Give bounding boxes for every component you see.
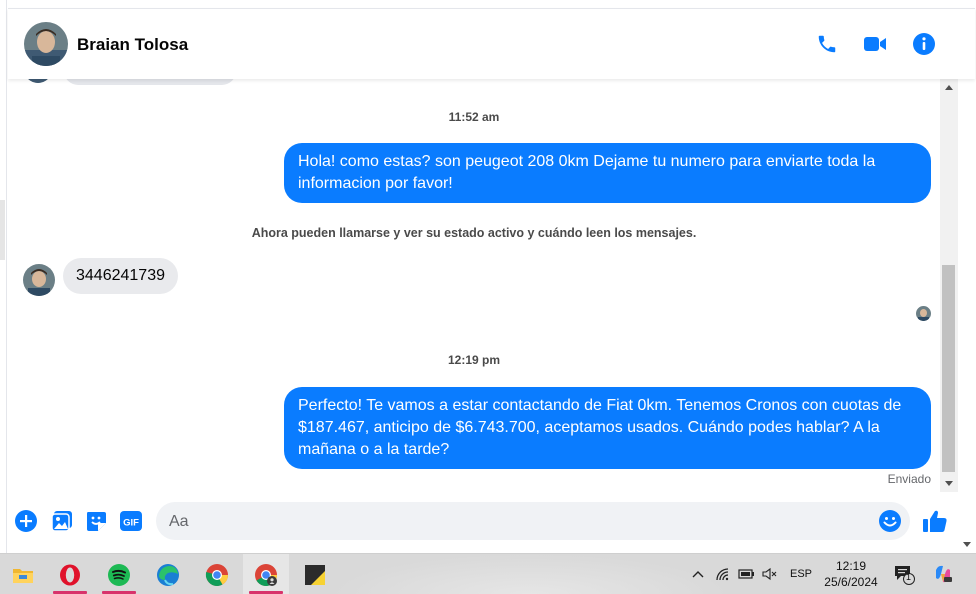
conversation-header: Braian Tolosa (8, 8, 975, 79)
wifi-icon[interactable] (714, 564, 732, 584)
contact-name[interactable]: Braian Tolosa (77, 35, 188, 55)
spotify-icon[interactable] (96, 554, 142, 594)
message-list: 11:52 am Hola! como estas? son peugeot 2… (8, 79, 940, 492)
taskbar-background (330, 554, 730, 594)
copilot-icon[interactable] (932, 564, 954, 584)
volume-muted-icon[interactable] (761, 564, 779, 584)
emoji-icon[interactable] (878, 509, 902, 533)
message-input[interactable]: Aa (156, 502, 910, 540)
chat-scrollbar[interactable] (940, 79, 958, 492)
scroll-up-icon[interactable] (945, 85, 953, 90)
sticky-notes-icon[interactable] (292, 554, 338, 594)
contact-avatar[interactable] (24, 22, 68, 66)
battery-icon[interactable] (738, 564, 756, 584)
previous-message-bubble (64, 79, 236, 85)
chrome-icon[interactable] (194, 554, 240, 594)
system-clock[interactable]: 12:19 25/6/2024 (818, 558, 884, 590)
gif-label: GIF (123, 518, 139, 529)
gif-icon[interactable]: GIF (118, 509, 144, 533)
plus-icon[interactable] (14, 509, 38, 533)
message-composer: GIF Aa (8, 492, 958, 553)
incoming-message[interactable]: 3446241739 (63, 258, 178, 294)
image-icon[interactable] (50, 509, 74, 533)
page-scrollbar[interactable] (958, 79, 976, 553)
scrollbar-thumb[interactable] (942, 265, 955, 472)
scroll-down-icon[interactable] (945, 481, 953, 486)
sticker-icon[interactable] (84, 509, 108, 533)
system-notice: Ahora pueden llamarse y ver su estado ac… (251, 226, 697, 240)
clock-date: 25/6/2024 (824, 575, 878, 589)
contact-message-avatar[interactable] (23, 264, 55, 296)
read-receipt-avatar (916, 306, 931, 321)
windows-taskbar: ESP 12:19 25/6/2024 1 (0, 553, 976, 594)
left-edge (0, 0, 7, 553)
chevron-up-icon[interactable] (690, 564, 706, 584)
video-call-icon[interactable] (862, 31, 888, 57)
opera-icon[interactable] (47, 554, 93, 594)
message-timestamp: 11:52 am (448, 110, 500, 124)
message-status: Enviado (887, 472, 931, 486)
phone-icon[interactable] (814, 31, 840, 57)
message-input-placeholder: Aa (169, 513, 189, 530)
clock-time: 12:19 (835, 559, 867, 573)
messenger-window: Braian Tolosa 11:52 am Hola! como estas?… (0, 0, 976, 594)
info-icon[interactable] (911, 31, 937, 57)
input-language[interactable]: ESP (790, 568, 812, 580)
edge-icon[interactable] (145, 554, 191, 594)
outgoing-message[interactable]: Perfecto! Te vamos a estar contactando d… (284, 387, 931, 469)
page-scroll-down-icon[interactable] (963, 542, 971, 547)
notifications-icon[interactable]: 1 (893, 564, 915, 585)
chrome-profile-icon[interactable] (243, 554, 289, 594)
left-edge-mark (0, 200, 5, 260)
notification-count: 1 (906, 572, 912, 582)
previous-message-avatar (24, 79, 52, 83)
like-icon[interactable] (921, 507, 949, 535)
outgoing-message[interactable]: Hola! como estas? son peugeot 208 0km De… (284, 143, 931, 203)
message-timestamp: 12:19 pm (447, 353, 501, 367)
file-explorer-icon[interactable] (0, 554, 46, 594)
